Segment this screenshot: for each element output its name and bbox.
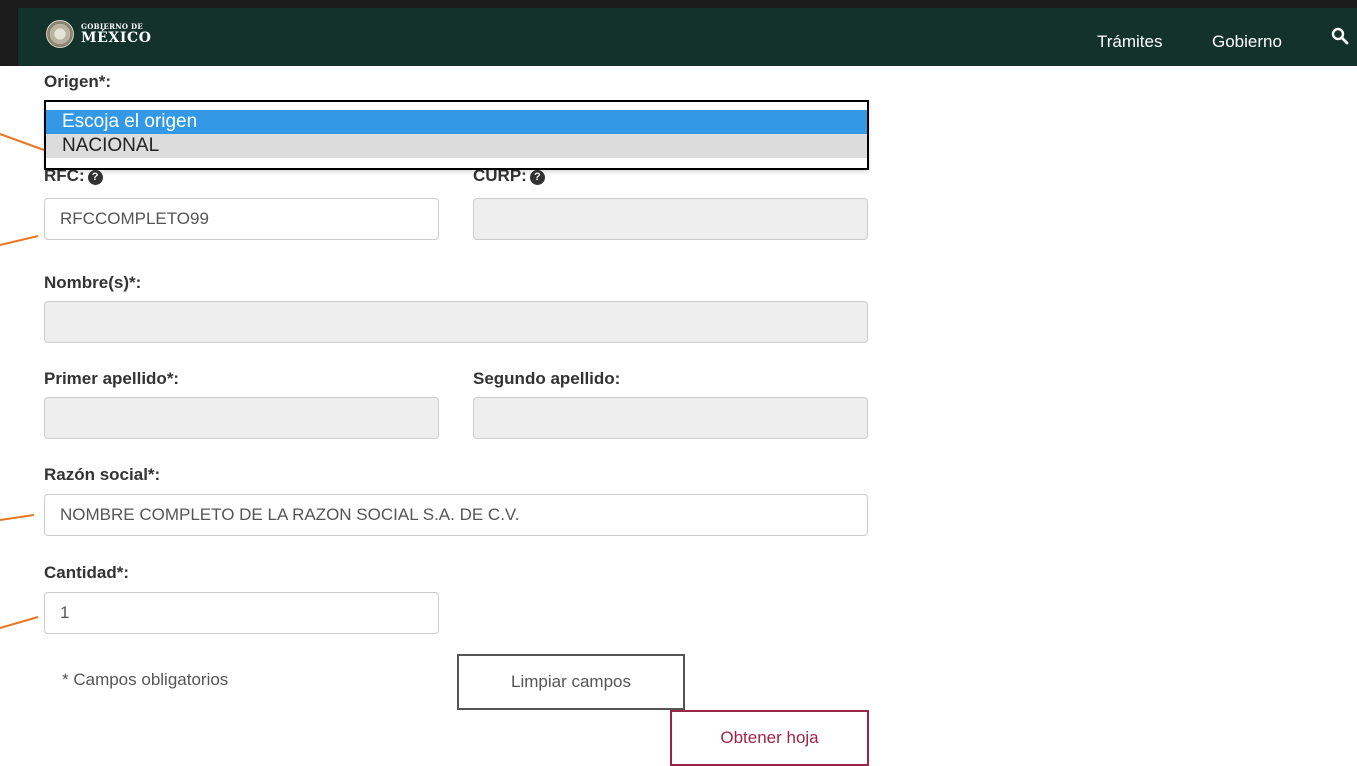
cantidad-input[interactable]: 1 xyxy=(44,592,439,634)
callout-line-origen xyxy=(0,133,45,151)
top-navbar: GOBIERNO DE MÉXICO Trámites Gobierno xyxy=(0,0,1357,66)
razon-social-label: Razón social*: xyxy=(44,465,161,484)
required-fields-note: * Campos obligatorios xyxy=(62,670,229,689)
nav-tramites[interactable]: Trámites xyxy=(1097,32,1163,52)
primer-apellido-label: Primer apellido*: xyxy=(44,369,180,388)
get-sheet-button[interactable]: Obtener hoja xyxy=(670,710,869,766)
origen-select-listbox[interactable]: Escoja el origen NACIONAL xyxy=(44,100,869,170)
callout-line-rfc xyxy=(0,235,39,246)
help-icon[interactable]: ? xyxy=(87,170,103,185)
navbar-inner: GOBIERNO DE MÉXICO Trámites Gobierno xyxy=(18,8,1357,66)
gobierno-logo[interactable]: GOBIERNO DE MÉXICO xyxy=(46,20,152,48)
origen-option-nacional[interactable]: NACIONAL xyxy=(46,134,867,158)
callout-line-cantidad xyxy=(0,616,39,629)
origen-option-escoja[interactable]: Escoja el origen xyxy=(46,110,867,134)
search-icon[interactable] xyxy=(1331,27,1349,45)
logo-text: GOBIERNO DE MÉXICO xyxy=(81,23,152,45)
logo-small-text: GOBIERNO DE xyxy=(81,22,144,31)
segundo-apellido-input[interactable] xyxy=(473,397,868,439)
rfc-input[interactable]: RFCCOMPLETO99 xyxy=(44,198,439,240)
callout-line-razon-social xyxy=(0,514,35,521)
nombre-input[interactable] xyxy=(44,301,868,343)
annotation-callouts xyxy=(0,133,45,629)
clear-fields-button[interactable]: Limpiar campos xyxy=(457,654,685,710)
nav-gobierno[interactable]: Gobierno xyxy=(1212,32,1282,52)
segundo-apellido-label: Segundo apellido: xyxy=(473,369,621,388)
razon-social-input[interactable]: NOMBRE COMPLETO DE LA RAZON SOCIAL S.A. … xyxy=(44,494,868,536)
logo-big-text: MÉXICO xyxy=(81,30,152,46)
curp-input[interactable] xyxy=(473,198,868,240)
primer-apellido-input[interactable] xyxy=(44,397,439,439)
help-icon[interactable]: ? xyxy=(529,170,545,185)
